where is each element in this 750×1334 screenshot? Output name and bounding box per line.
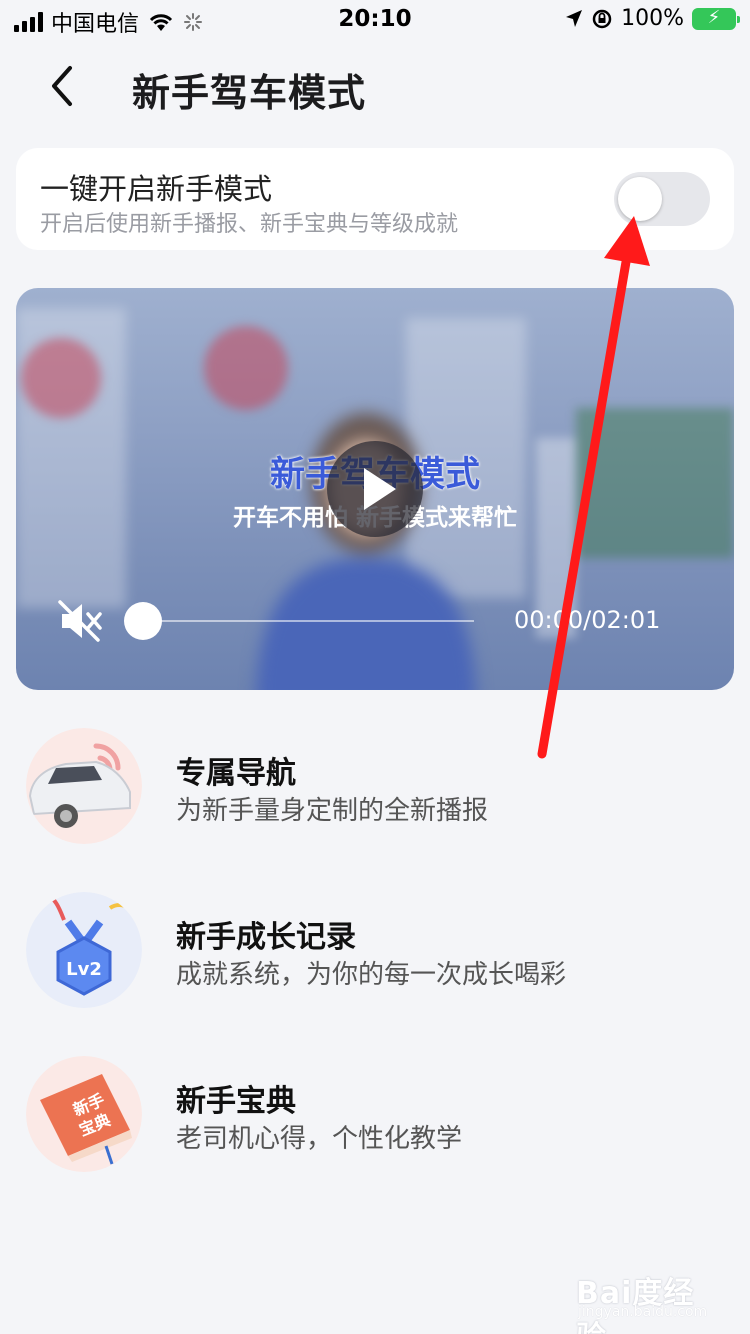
toggle-knob [618, 177, 662, 221]
guide-book-icon: 新手 宝典 [26, 1056, 142, 1172]
play-button[interactable] [327, 441, 423, 537]
newbie-mode-card: 一键开启新手模式 开启后使用新手播报、新手宝典与等级成就 [16, 148, 734, 250]
location-icon [566, 9, 583, 27]
svg-text:Lv2: Lv2 [66, 959, 102, 980]
intro-video-player[interactable]: 新手驾车模式 开车不用怕 新手模式来帮忙 00:00/02:01 [16, 288, 734, 690]
page-title: 新手驾车模式 [132, 71, 367, 115]
chevron-left-icon [52, 66, 72, 106]
video-time: 00:00/02:01 [514, 606, 661, 634]
car-icon [26, 728, 142, 844]
battery-percent: 100% [621, 6, 684, 31]
nav-header: 新手驾车模式 [0, 52, 750, 118]
newbie-mode-subtitle: 开启后使用新手播报、新手宝典与等级成就 [40, 212, 459, 237]
video-progress-track[interactable] [144, 620, 474, 622]
feature-subtitle: 成就系统，为你的每一次成长喝彩 [176, 960, 567, 990]
status-bar: 中国电信 20:10 100% ⚡ [0, 0, 750, 40]
feature-title: 新手成长记录 [176, 920, 356, 955]
feature-item-growth-record[interactable]: Lv2 新手成长记录 成就系统，为你的每一次成长喝彩 [0, 892, 750, 1012]
feature-item-guide-book[interactable]: 新手 宝典 新手宝典 老司机心得，个性化教学 [0, 1056, 750, 1176]
feature-title: 专属导航 [176, 756, 296, 791]
video-progress-handle[interactable] [124, 602, 162, 640]
watermark-text: Bai度经验 [576, 1276, 695, 1334]
medal-lv2-icon: Lv2 [26, 892, 142, 1008]
baidu-jingyan-watermark: Bai度经验 jingyan.baidu.com [576, 1268, 716, 1334]
back-button[interactable] [40, 58, 90, 114]
feature-item-navigation[interactable]: 专属导航 为新手量身定制的全新播报 [0, 728, 750, 848]
watermark-url: jingyan.baidu.com [578, 1304, 708, 1320]
newbie-mode-toggle[interactable] [614, 172, 710, 226]
feature-subtitle: 老司机心得，个性化教学 [176, 1124, 463, 1154]
rotation-lock-icon [592, 9, 612, 28]
battery-charging-icon: ⚡ [692, 7, 740, 30]
feature-title: 新手宝典 [176, 1084, 296, 1119]
mute-icon[interactable] [58, 600, 104, 642]
feature-subtitle: 为新手量身定制的全新播报 [176, 796, 489, 826]
newbie-mode-title: 一键开启新手模式 [40, 172, 273, 206]
